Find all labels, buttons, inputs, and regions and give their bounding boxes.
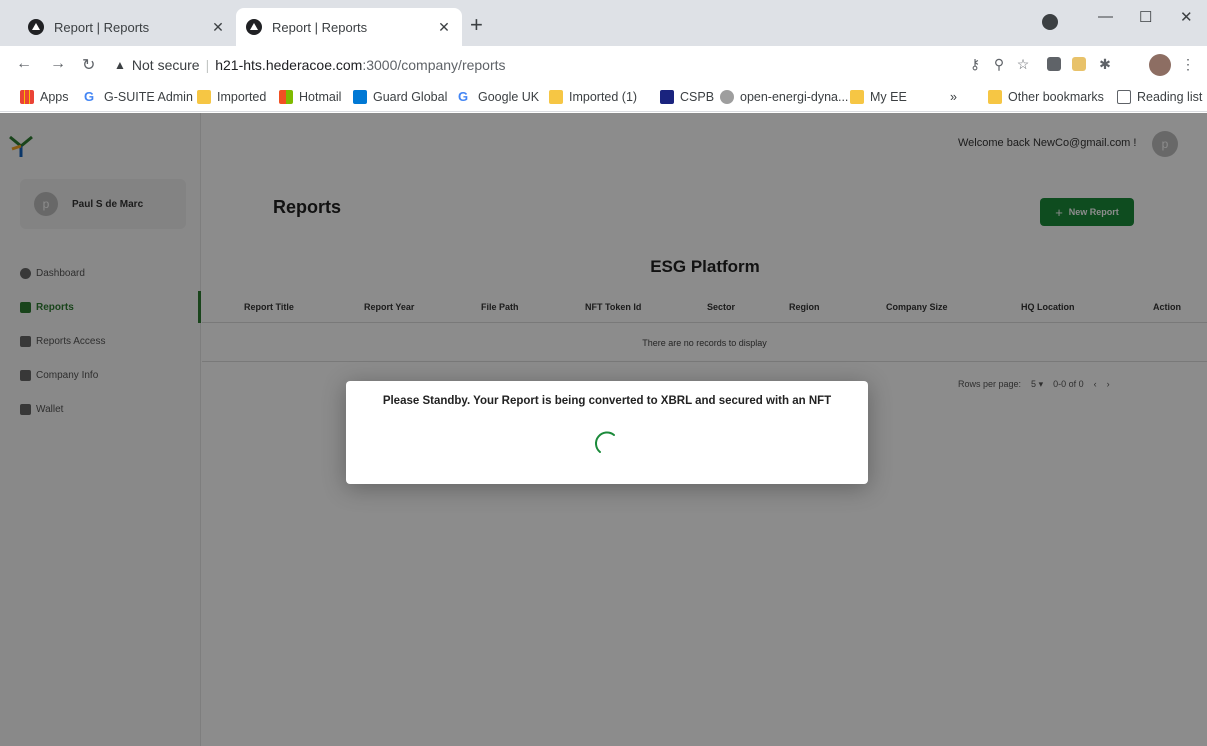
bookmark-item[interactable]: open-energi-dyna... bbox=[720, 90, 848, 104]
bookmark-item[interactable]: My EE bbox=[850, 90, 907, 104]
browser-tab-strip: Report | Reports ✕ Report | Reports ✕ + … bbox=[0, 0, 1207, 46]
bookmark-item[interactable]: G Google UK bbox=[458, 89, 539, 105]
loading-spinner-icon bbox=[595, 431, 615, 453]
tab-close-icon[interactable]: ✕ bbox=[210, 19, 226, 36]
window-close-icon[interactable]: ✕ bbox=[1180, 8, 1193, 26]
extension-icon[interactable] bbox=[1047, 57, 1061, 71]
warning-icon: ▲ bbox=[114, 58, 126, 72]
folder-icon bbox=[549, 90, 563, 104]
bookmark-item[interactable]: Guard Global bbox=[353, 90, 447, 104]
bookmark-item[interactable]: Imported (1) bbox=[549, 90, 637, 104]
ee-icon bbox=[850, 90, 864, 104]
key-icon[interactable]: ⚷ bbox=[967, 56, 983, 72]
bookmarks-bar: Apps G G-SUITE Admin Imported Hotmail Gua… bbox=[0, 84, 1207, 112]
microsoft-icon bbox=[279, 90, 293, 104]
menu-icon[interactable]: ⋮ bbox=[1180, 56, 1196, 72]
google-icon: G bbox=[458, 89, 469, 104]
outlook-icon bbox=[353, 90, 367, 104]
bookmark-item[interactable]: Hotmail bbox=[279, 90, 341, 104]
maximize-icon[interactable]: ☐ bbox=[1139, 8, 1152, 26]
browser-tab[interactable]: Report | Reports ✕ bbox=[18, 8, 236, 46]
new-tab-icon[interactable]: + bbox=[470, 12, 483, 38]
browser-tab-active[interactable]: Report | Reports ✕ bbox=[236, 8, 462, 46]
zoom-icon[interactable]: ⚲ bbox=[991, 56, 1007, 72]
google-icon: G bbox=[84, 89, 95, 104]
bookmark-item[interactable]: Imported bbox=[197, 90, 266, 104]
extension-icon[interactable] bbox=[1072, 57, 1086, 71]
reload-icon[interactable]: ↻ bbox=[82, 55, 95, 75]
reading-list-icon bbox=[1117, 90, 1131, 104]
folder-icon bbox=[988, 90, 1002, 104]
tab-close-icon[interactable]: ✕ bbox=[436, 19, 452, 36]
address-bar[interactable]: ▲ Not secure | h21-hts.hederacoe.com :30… bbox=[114, 52, 944, 78]
browser-avatar[interactable] bbox=[1149, 54, 1171, 76]
url-path: :3000/company/reports bbox=[362, 57, 506, 73]
folder-icon bbox=[197, 90, 211, 104]
forward-icon[interactable]: → bbox=[50, 55, 66, 73]
profile-icon[interactable] bbox=[1042, 14, 1058, 30]
bookmarks-overflow[interactable]: » bbox=[950, 90, 957, 104]
link-icon bbox=[720, 90, 734, 104]
back-icon[interactable]: ← bbox=[16, 55, 32, 73]
tab-title: Report | Reports bbox=[272, 19, 368, 35]
url-divider: | bbox=[205, 57, 210, 73]
app-favicon-icon bbox=[28, 19, 44, 35]
security-label: Not secure bbox=[131, 57, 200, 73]
app-favicon-icon bbox=[246, 19, 262, 35]
url-host: h21-hts.hederacoe.com bbox=[215, 57, 363, 73]
bookmark-item[interactable]: G G-SUITE Admin bbox=[84, 89, 193, 105]
minimize-icon[interactable]: — bbox=[1098, 8, 1113, 25]
standby-modal: Please Standby. Your Report is being con… bbox=[346, 381, 868, 484]
bookmark-item[interactable]: CSPB bbox=[660, 90, 714, 104]
browser-toolbar: ← → ↻ ▲ Not secure | h21-hts.hederacoe.c… bbox=[0, 46, 1207, 84]
reading-list[interactable]: Reading list bbox=[1117, 90, 1202, 104]
cspb-icon bbox=[660, 90, 674, 104]
puzzle-icon[interactable]: ✱ bbox=[1097, 56, 1113, 72]
tab-title: Report | Reports bbox=[54, 19, 150, 35]
bookmark-apps[interactable]: Apps bbox=[20, 90, 69, 104]
modal-message: Please Standby. Your Report is being con… bbox=[382, 395, 832, 407]
star-icon[interactable]: ☆ bbox=[1015, 56, 1031, 72]
apps-grid-icon bbox=[20, 90, 34, 104]
other-bookmarks[interactable]: Other bookmarks bbox=[988, 90, 1104, 104]
